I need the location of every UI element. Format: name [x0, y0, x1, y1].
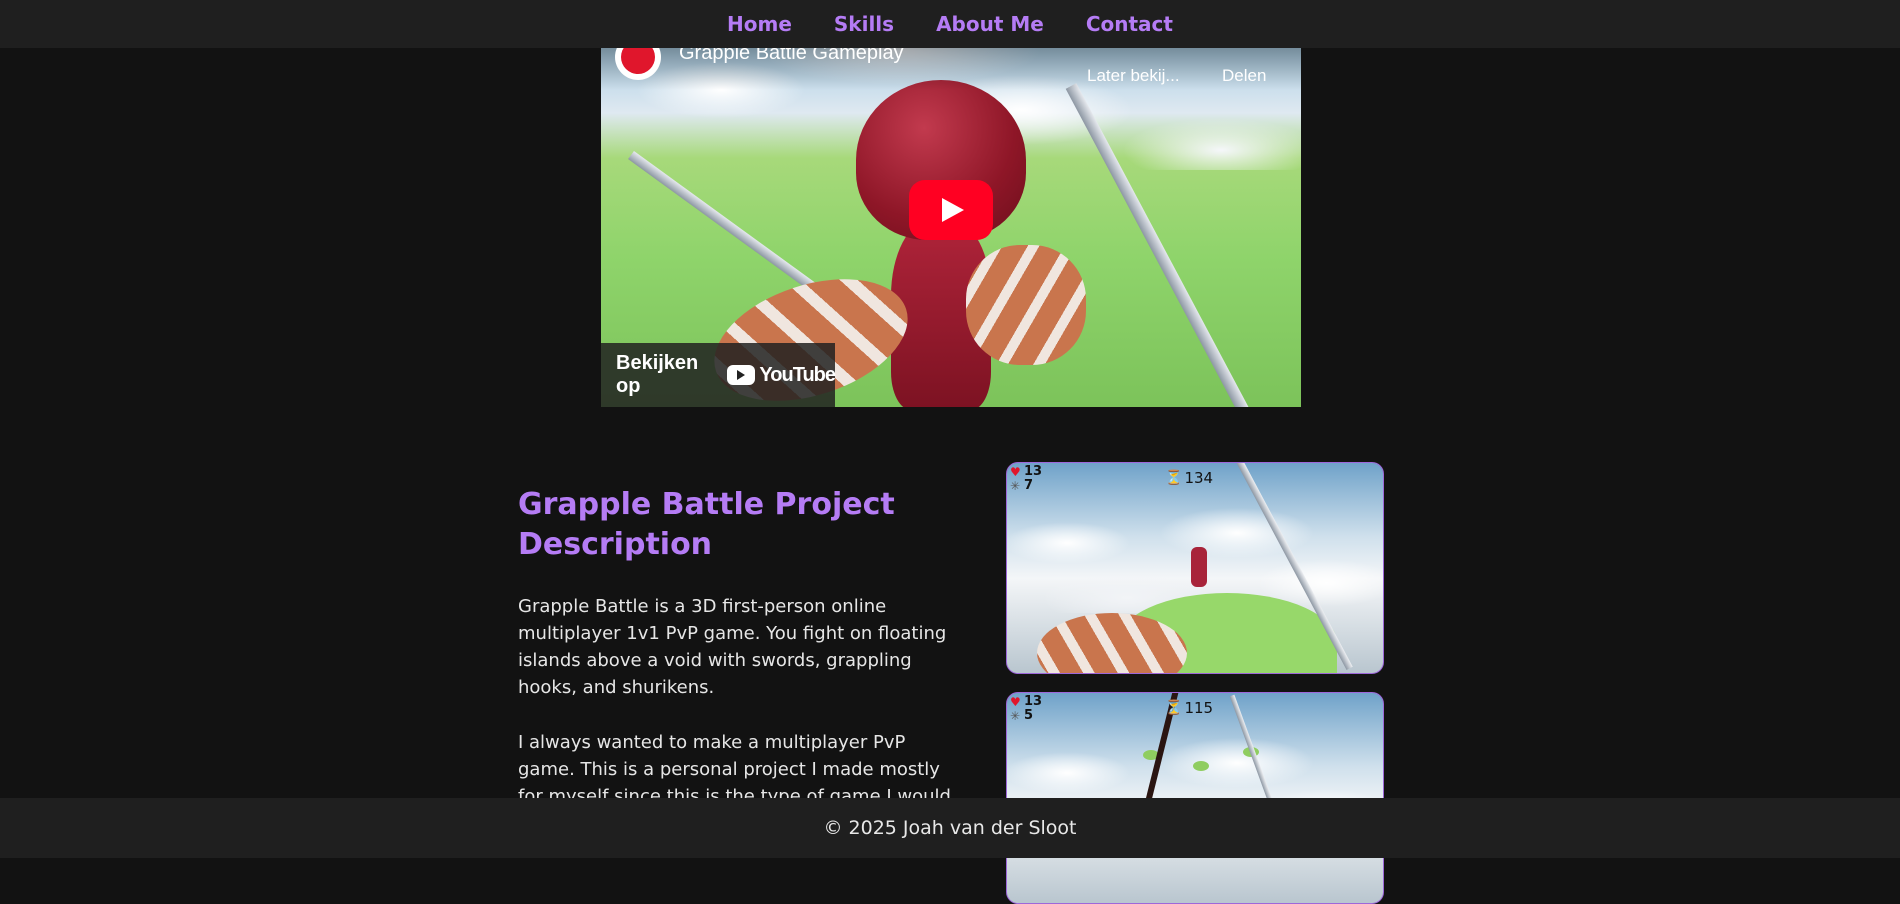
gameplay-screenshot: ♥ 13 ✳ 7 ⏳ 134: [1006, 462, 1384, 674]
shuriken-count: 7: [1024, 478, 1034, 493]
screenshot-timer: ⏳ 134: [1165, 469, 1213, 487]
shuriken-icon: ✳: [1010, 709, 1021, 723]
health-value: 13: [1024, 464, 1043, 479]
youtube-logo: YouTube: [727, 363, 836, 387]
heart-icon: ♥: [1010, 465, 1021, 479]
project-paragraph: Grapple Battle is a 3D first-person onli…: [518, 596, 947, 698]
watch-later-button[interactable]: Later bekij...: [1087, 66, 1180, 86]
screenshot-enemy: [1191, 547, 1207, 587]
hourglass-icon: ⏳: [1165, 700, 1183, 716]
nav-skills-link[interactable]: Skills: [834, 12, 894, 36]
watch-on-label: Bekijken op: [616, 352, 699, 397]
main-nav: Home Skills About Me Contact: [0, 0, 1900, 48]
youtube-play-icon: [727, 365, 756, 385]
video-thumbnail-arm: [966, 245, 1086, 365]
timer-value: 134: [1184, 469, 1214, 487]
share-button[interactable]: Delen: [1222, 66, 1266, 86]
nav-contact-link[interactable]: Contact: [1086, 12, 1173, 36]
play-button[interactable]: [909, 180, 993, 240]
screenshot-island: [1193, 761, 1209, 771]
heart-icon: ♥: [1010, 695, 1021, 709]
youtube-logo-text: YouTube: [759, 363, 836, 386]
screenshot-hud: ♥ 13 ✳ 5: [1010, 695, 1042, 723]
project-description: Grapple Battle Project Description Grapp…: [518, 485, 958, 810]
play-icon: [942, 198, 964, 222]
hourglass-icon: ⏳: [1165, 470, 1183, 486]
shuriken-icon: ✳: [1010, 479, 1021, 493]
shuriken-count: 5: [1024, 708, 1034, 723]
project-title: Grapple Battle Project Description: [518, 487, 895, 562]
health-value: 13: [1024, 694, 1043, 709]
nav-home-link[interactable]: Home: [727, 12, 792, 36]
footer: © 2025 Joah van der Sloot: [0, 798, 1900, 858]
timer-value: 115: [1184, 699, 1214, 717]
screenshot-timer: ⏳ 115: [1165, 699, 1213, 717]
screenshot-hud: ♥ 13 ✳ 7: [1010, 465, 1042, 493]
watch-on-youtube-button[interactable]: Bekijken op YouTube: [601, 343, 836, 407]
copyright-text: © 2025 Joah van der Sloot: [823, 817, 1077, 839]
youtube-video-embed[interactable]: Grapple Battle Gameplay Later bekij... D…: [601, 30, 1301, 407]
nav-about-me-link[interactable]: About Me: [936, 12, 1044, 36]
